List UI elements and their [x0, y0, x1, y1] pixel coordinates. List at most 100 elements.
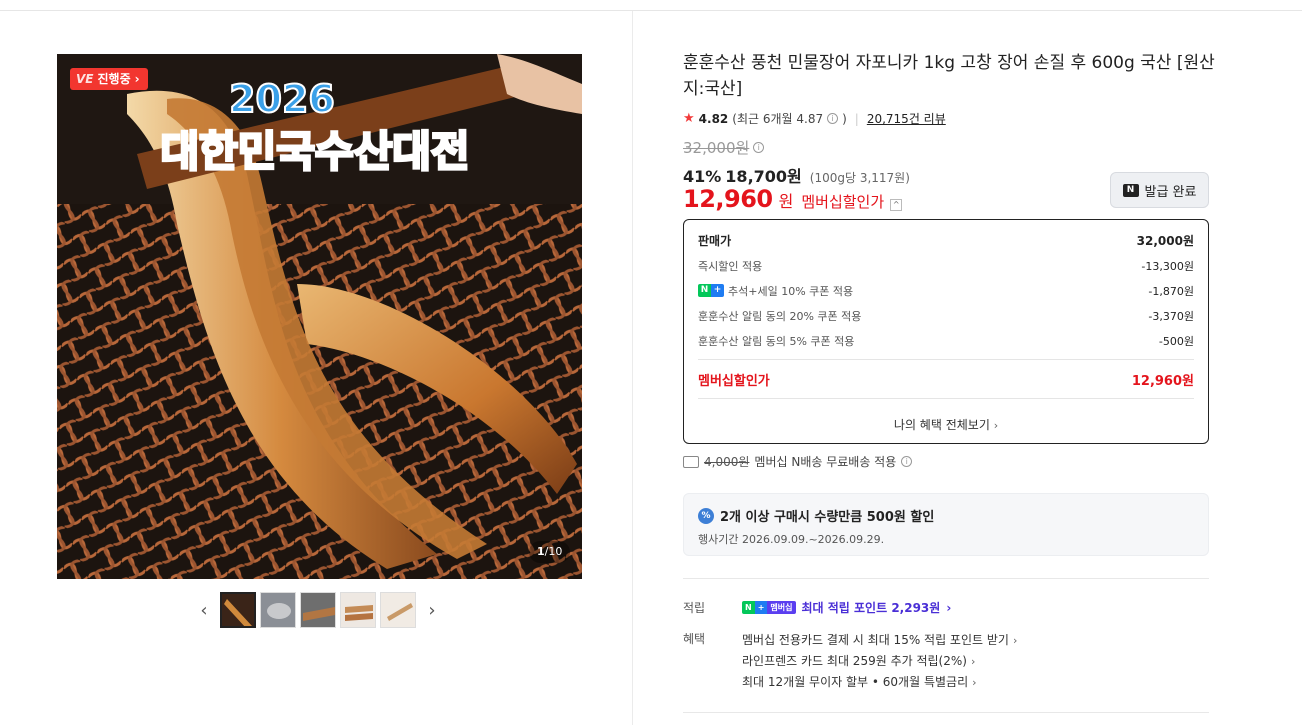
breakdown-row: 즉시할인 적용 -13,300원	[698, 253, 1194, 278]
naver-plus-icon: N +	[698, 284, 724, 297]
benefit-item[interactable]: 라인프렌즈 카드 최대 259원 추가 적립(2%) ›	[742, 651, 1017, 672]
info-icon[interactable]: i	[901, 456, 913, 467]
counter-current: 1	[537, 545, 545, 558]
breakdown-row: 훈훈수산 알림 동의 20% 쿠폰 적용 -3,370원	[698, 303, 1194, 328]
image-counter: 1/10	[529, 541, 571, 563]
breakdown-value: 32,000원	[1136, 234, 1194, 248]
chevron-right-icon: ›	[970, 655, 976, 668]
thumbnail[interactable]	[260, 592, 296, 628]
banner-title: 대한민국수산대전	[160, 127, 469, 176]
breakdown-value: -13,300원	[1141, 259, 1194, 273]
live-badge-label: 진행중	[97, 72, 131, 86]
breakdown-row: N + 추석+세일 10% 쿠폰 적용 -1,870원	[698, 278, 1194, 303]
benefit-item[interactable]: 최대 12개월 무이자 할부 • 60개월 특별금리 ›	[742, 672, 1017, 693]
chevron-right-icon: ›	[428, 599, 436, 621]
issue-button-label: 발급 완료	[1144, 184, 1197, 200]
truck-icon	[683, 455, 699, 468]
sale-price: 18,700원	[725, 167, 802, 186]
coupon-issued-button[interactable]: N 발급 완료	[1110, 172, 1209, 208]
breakdown-label: 즉시할인 적용	[698, 259, 763, 273]
benefit-text: 멤버십 전용카드 결제 시 최대 15% 적립 포인트 받기	[742, 633, 1009, 647]
chevron-up-icon[interactable]: ^	[890, 199, 903, 211]
chevron-right-icon: ›	[946, 600, 952, 615]
member-price-row: 12,960 원 멤버십할인가 ^	[683, 185, 903, 213]
breakdown-total-row: 멤버십할인가 12,960원	[698, 366, 1194, 392]
shipping-text: 멤버십 N배송 무료배송 적용	[754, 455, 897, 469]
counter-total: /10	[544, 545, 563, 558]
breakdown-label: 훈훈수산 알림 동의 20% 쿠폰 적용	[698, 309, 862, 323]
earn-points-text: 최대 적립 포인트 2,293원	[801, 601, 941, 615]
chevron-right-icon: ›	[993, 419, 999, 432]
membership-badge-icon: N + 멤버십	[742, 601, 796, 614]
naver-n-icon: N	[1122, 183, 1139, 197]
divider	[683, 578, 1209, 579]
info-icon[interactable]: i	[753, 142, 765, 153]
all-benefits-label: 나의 혜택 전체보기	[893, 418, 990, 432]
banner-year: 2026	[229, 77, 335, 121]
breakdown-value: -500원	[1158, 334, 1194, 348]
divider	[698, 359, 1194, 360]
percent-icon: %	[698, 507, 714, 524]
rating-recent-close: )	[842, 111, 847, 126]
quantity-discount-banner: % 2개 이상 구매시 수량만큼 500원 할인 행사기간 2026.09.09.…	[683, 493, 1209, 556]
prev-thumb-button[interactable]: ‹	[192, 592, 216, 628]
rating-recent: (최근 6개월 4.87	[732, 112, 824, 126]
breakdown-row: 훈훈수산 알림 동의 5% 쿠폰 적용 -500원	[698, 328, 1194, 353]
benefit-text: 라인프렌즈 카드 최대 259원 추가 적립(2%)	[742, 654, 967, 668]
shipping-fee: 4,000원	[704, 455, 750, 469]
breakdown-value: -3,370원	[1148, 309, 1194, 323]
chevron-right-icon: ›	[972, 676, 977, 689]
price-breakdown-box: 판매가 32,000원 즉시할인 적용 -13,300원 N + 추석+세일 10%…	[683, 219, 1209, 444]
thumbnail[interactable]	[300, 592, 336, 628]
main-product-image[interactable]: 2026 대한민국수산대전	[57, 54, 582, 579]
benefits-list: 멤버십 전용카드 결제 시 최대 15% 적립 포인트 받기 › 라인프렌즈 카드…	[742, 630, 1017, 693]
breakdown-label: 판매가	[698, 234, 732, 248]
benefit-item[interactable]: 멤버십 전용카드 결제 시 최대 15% 적립 포인트 받기 ›	[742, 630, 1017, 651]
rating-score: 4.82	[698, 111, 729, 126]
original-price: 32,000원 i	[683, 137, 765, 158]
unit-price: (100g당 3,117원)	[809, 171, 910, 185]
column-divider	[632, 11, 633, 725]
thumbnail[interactable]	[220, 592, 256, 628]
thumbnail[interactable]	[340, 592, 376, 628]
rating-row: ★ 4.82 (최근 6개월 4.87 i) | 20,715건 리뷰	[683, 110, 946, 127]
promo-title: 2개 이상 구매시 수량만큼 500원 할인	[720, 510, 935, 525]
member-price-currency: 원	[778, 192, 794, 211]
shipping-row: 4,000원 멤버십 N배송 무료배송 적용 i	[683, 453, 913, 470]
chevron-right-icon: ›	[1012, 634, 1018, 647]
next-thumb-button[interactable]: ›	[420, 592, 444, 628]
review-count-link[interactable]: 20,715건 리뷰	[867, 110, 946, 127]
original-price-value: 32,000원	[683, 139, 750, 157]
breakdown-label: 추석+세일 10% 쿠폰 적용	[728, 284, 854, 298]
earn-points-link[interactable]: N + 멤버십 최대 적립 포인트 2,293원 ›	[742, 599, 951, 616]
top-divider	[0, 10, 1302, 11]
discount-percent: 41%	[683, 167, 722, 186]
star-icon: ★	[683, 111, 695, 126]
membership-badge-text: 멤버십	[767, 601, 796, 614]
total-value: 12,960원	[1131, 373, 1194, 389]
member-price-value: 12,960	[683, 185, 773, 213]
breakdown-value: -1,870원	[1148, 284, 1194, 298]
earn-label: 적립	[683, 601, 706, 615]
chevron-left-icon: ‹	[200, 599, 208, 621]
total-label: 멤버십할인가	[698, 373, 770, 389]
info-icon[interactable]: i	[827, 113, 839, 124]
grilled-eel-photo: 2026 대한민국수산대전	[57, 54, 582, 579]
divider	[683, 712, 1209, 713]
all-benefits-link[interactable]: 나의 혜택 전체보기 ›	[698, 405, 1194, 443]
benefits-label: 혜택	[683, 632, 706, 646]
breakdown-label: 훈훈수산 알림 동의 5% 쿠폰 적용	[698, 334, 855, 348]
thumbnail[interactable]	[380, 592, 416, 628]
member-price-label: 멤버십할인가	[801, 193, 885, 211]
divider: |	[854, 111, 859, 126]
chevron-right-icon: ›	[134, 72, 140, 86]
product-title: 훈훈수산 풍천 민물장어 자포니카 1kg 고창 장어 손질 후 600g 국산…	[683, 53, 1215, 99]
breakdown-row: 판매가 32,000원	[698, 228, 1194, 253]
benefit-text: 최대 12개월 무이자 할부 • 60개월 특별금리	[742, 675, 969, 689]
divider	[698, 398, 1194, 399]
live-event-badge[interactable]: VE 진행중 ›	[70, 68, 148, 90]
sale-price-row: 41% 18,700원 (100g당 3,117원)	[683, 163, 910, 187]
thumbnail-strip: ‹ ›	[192, 592, 444, 628]
live-badge-prefix: VE	[76, 72, 94, 86]
promo-period: 행사기간 2026.09.09.~2026.09.29.	[698, 533, 885, 546]
